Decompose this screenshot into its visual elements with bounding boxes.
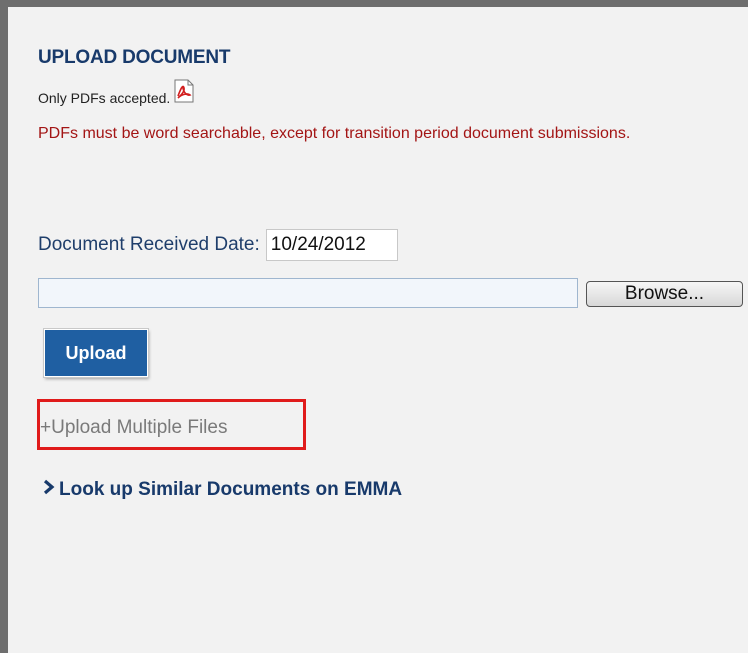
received-date-input[interactable] xyxy=(265,229,398,261)
file-path-input[interactable] xyxy=(38,278,578,308)
emma-lookup-link[interactable]: Look up Similar Documents on EMMA xyxy=(42,478,402,501)
pdf-note: Only PDFs accepted. xyxy=(38,79,194,106)
upload-title: UPLOAD DOCUMENT xyxy=(38,47,231,68)
upload-panel: UPLOAD DOCUMENT Only PDFs accepted. PDFs… xyxy=(0,0,748,653)
upload-multiple-files-link[interactable]: +Upload Multiple Files xyxy=(40,417,227,439)
pdf-warning: PDFs must be word searchable, except for… xyxy=(38,125,631,142)
browse-button[interactable]: Browse... xyxy=(586,281,743,307)
pdf-file-icon xyxy=(174,79,194,103)
pdf-note-text: Only PDFs accepted. xyxy=(38,90,171,106)
received-date-row: Document Received Date: xyxy=(38,229,398,261)
received-date-label: Document Received Date: xyxy=(38,234,260,255)
upload-button[interactable]: Upload xyxy=(43,328,149,378)
chevron-right-icon xyxy=(42,478,56,501)
emma-lookup-label: Look up Similar Documents on EMMA xyxy=(59,478,403,500)
